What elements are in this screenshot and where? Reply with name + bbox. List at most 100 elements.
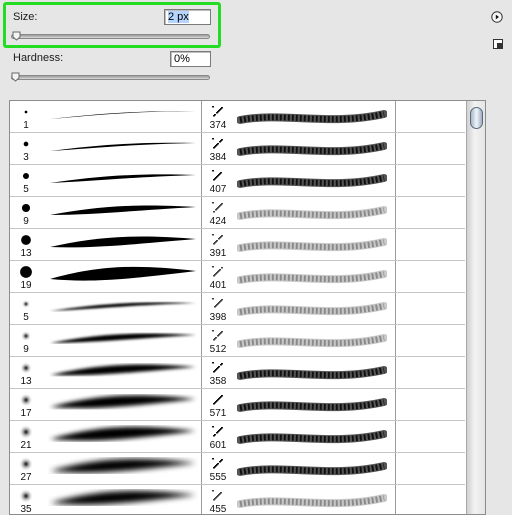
brush-size-label: 5 xyxy=(23,312,29,323)
brush-size-label: 374 xyxy=(209,120,227,131)
scatter-brush-tip-icon xyxy=(212,362,223,373)
brush-tip-icon xyxy=(21,235,31,245)
brush-stroke-preview[interactable] xyxy=(48,360,198,386)
row-separator xyxy=(10,452,465,453)
brush-stroke-preview[interactable] xyxy=(237,424,387,450)
brush-size-label: 555 xyxy=(209,472,227,483)
brush-stroke-preview[interactable] xyxy=(48,232,198,258)
scatter-brush-tip-icon xyxy=(212,298,223,308)
brush-stroke-preview[interactable] xyxy=(48,104,198,130)
brush-size-label: 35 xyxy=(20,504,32,515)
scatter-brush-tip-icon xyxy=(212,138,223,149)
brush-stroke-preview[interactable] xyxy=(48,136,198,162)
brush-tip-icon xyxy=(22,172,30,180)
brush-stroke-preview[interactable] xyxy=(237,104,387,130)
brush-stroke-preview[interactable] xyxy=(48,392,198,418)
brush-tip-icon xyxy=(21,203,31,213)
brush-size-label: 512 xyxy=(209,344,227,355)
row-separator xyxy=(10,388,465,389)
brush-tip-icon xyxy=(20,266,32,278)
brush-tip-icon xyxy=(24,110,28,114)
row-separator xyxy=(10,228,465,229)
brush-size-label: 1 xyxy=(23,120,29,131)
hardness-label: Hardness: xyxy=(13,52,64,64)
brush-size-label: 401 xyxy=(209,280,227,291)
brush-stroke-preview[interactable] xyxy=(48,200,198,226)
brush-stroke-preview[interactable] xyxy=(48,264,198,290)
brush-stroke-preview[interactable] xyxy=(48,424,198,450)
brush-tip-icon xyxy=(21,299,31,309)
brush-stroke-preview[interactable] xyxy=(237,296,387,322)
scatter-brush-tip-icon xyxy=(212,106,223,117)
scatter-brush-tip-icon xyxy=(212,330,223,341)
scatter-brush-tip-icon xyxy=(212,170,222,181)
size-input[interactable]: 2 px xyxy=(164,9,211,25)
row-separator xyxy=(10,324,465,325)
brush-size-label: 5 xyxy=(23,184,29,195)
scatter-brush-tip-icon xyxy=(212,458,223,469)
brush-grid: 1 3 5 9 13 19 5 9 13 17 21 27 35 374 384 407 424 391 401 39… xyxy=(10,101,465,515)
list-scrollbar[interactable] xyxy=(466,101,485,514)
brush-tip-icon xyxy=(19,393,33,407)
brush-size-label: 21 xyxy=(20,440,32,451)
brush-size-label: 17 xyxy=(20,408,32,419)
brush-stroke-preview[interactable] xyxy=(237,136,387,162)
hardness-slider-thumb[interactable] xyxy=(11,72,20,82)
hardness-input[interactable]: 0% xyxy=(170,51,211,67)
brush-stroke-preview[interactable] xyxy=(237,168,387,194)
brush-size-label: 391 xyxy=(209,248,227,259)
brush-stroke-preview[interactable] xyxy=(237,264,387,290)
size-slider-track[interactable] xyxy=(11,34,210,39)
brush-size-label: 19 xyxy=(20,280,32,291)
brush-stroke-preview[interactable] xyxy=(237,392,387,418)
brush-tip-icon xyxy=(18,424,34,440)
brush-size-label: 601 xyxy=(209,440,227,451)
brush-size-label: 424 xyxy=(209,216,227,227)
brush-preset-panel: Size: 2 px Hardness: 0% 1 3 5 9 13 19 5 9 13 17 21… xyxy=(0,0,512,515)
brush-tip-icon xyxy=(19,361,33,375)
brush-stroke-preview[interactable] xyxy=(48,296,198,322)
row-separator xyxy=(10,484,465,485)
brush-stroke-preview[interactable] xyxy=(237,200,387,226)
brush-tip-icon xyxy=(23,141,29,147)
scatter-brush-tip-icon xyxy=(213,395,223,405)
size-slider-thumb[interactable] xyxy=(12,31,21,41)
brush-size-label: 398 xyxy=(209,312,227,323)
brush-stroke-preview[interactable] xyxy=(237,360,387,386)
brush-size-label: 407 xyxy=(209,184,227,195)
brush-stroke-preview[interactable] xyxy=(237,456,387,482)
hardness-input-value: 0% xyxy=(174,53,190,65)
new-preset-icon[interactable] xyxy=(492,38,504,50)
scatter-brush-tip-icon xyxy=(212,490,222,501)
brush-size-label: 27 xyxy=(20,472,32,483)
brush-size-label: 571 xyxy=(209,408,227,419)
row-separator xyxy=(10,132,465,133)
brush-size-label: 13 xyxy=(20,248,32,259)
size-input-value: 2 px xyxy=(168,11,189,23)
brush-stroke-preview[interactable] xyxy=(237,488,387,514)
brush-stroke-preview[interactable] xyxy=(48,488,198,514)
panel-menu-icon[interactable] xyxy=(491,11,503,23)
row-separator xyxy=(10,260,465,261)
brush-stroke-preview[interactable] xyxy=(237,328,387,354)
brush-stroke-preview[interactable] xyxy=(48,328,198,354)
brush-size-label: 13 xyxy=(20,376,32,387)
brush-stroke-preview[interactable] xyxy=(48,456,198,482)
brush-size-label: 384 xyxy=(209,152,227,163)
brush-tip-icon xyxy=(20,330,32,342)
scrollbar-thumb[interactable] xyxy=(470,107,483,129)
brush-size-label: 358 xyxy=(209,376,227,387)
brush-stroke-preview[interactable] xyxy=(48,168,198,194)
brush-size-label: 455 xyxy=(209,504,227,515)
brush-size-label: 9 xyxy=(23,216,29,227)
scatter-brush-tip-icon xyxy=(212,266,223,277)
size-label: Size: xyxy=(13,11,38,23)
scatter-brush-tip-icon xyxy=(212,202,223,213)
hardness-slider-track[interactable] xyxy=(11,75,210,80)
scatter-brush-tip-icon xyxy=(212,426,223,437)
brush-stroke-preview[interactable] xyxy=(237,232,387,258)
row-separator xyxy=(10,292,465,293)
scatter-brush-tip-icon xyxy=(212,234,223,245)
row-separator xyxy=(10,420,465,421)
brush-tip-icon xyxy=(18,456,34,472)
